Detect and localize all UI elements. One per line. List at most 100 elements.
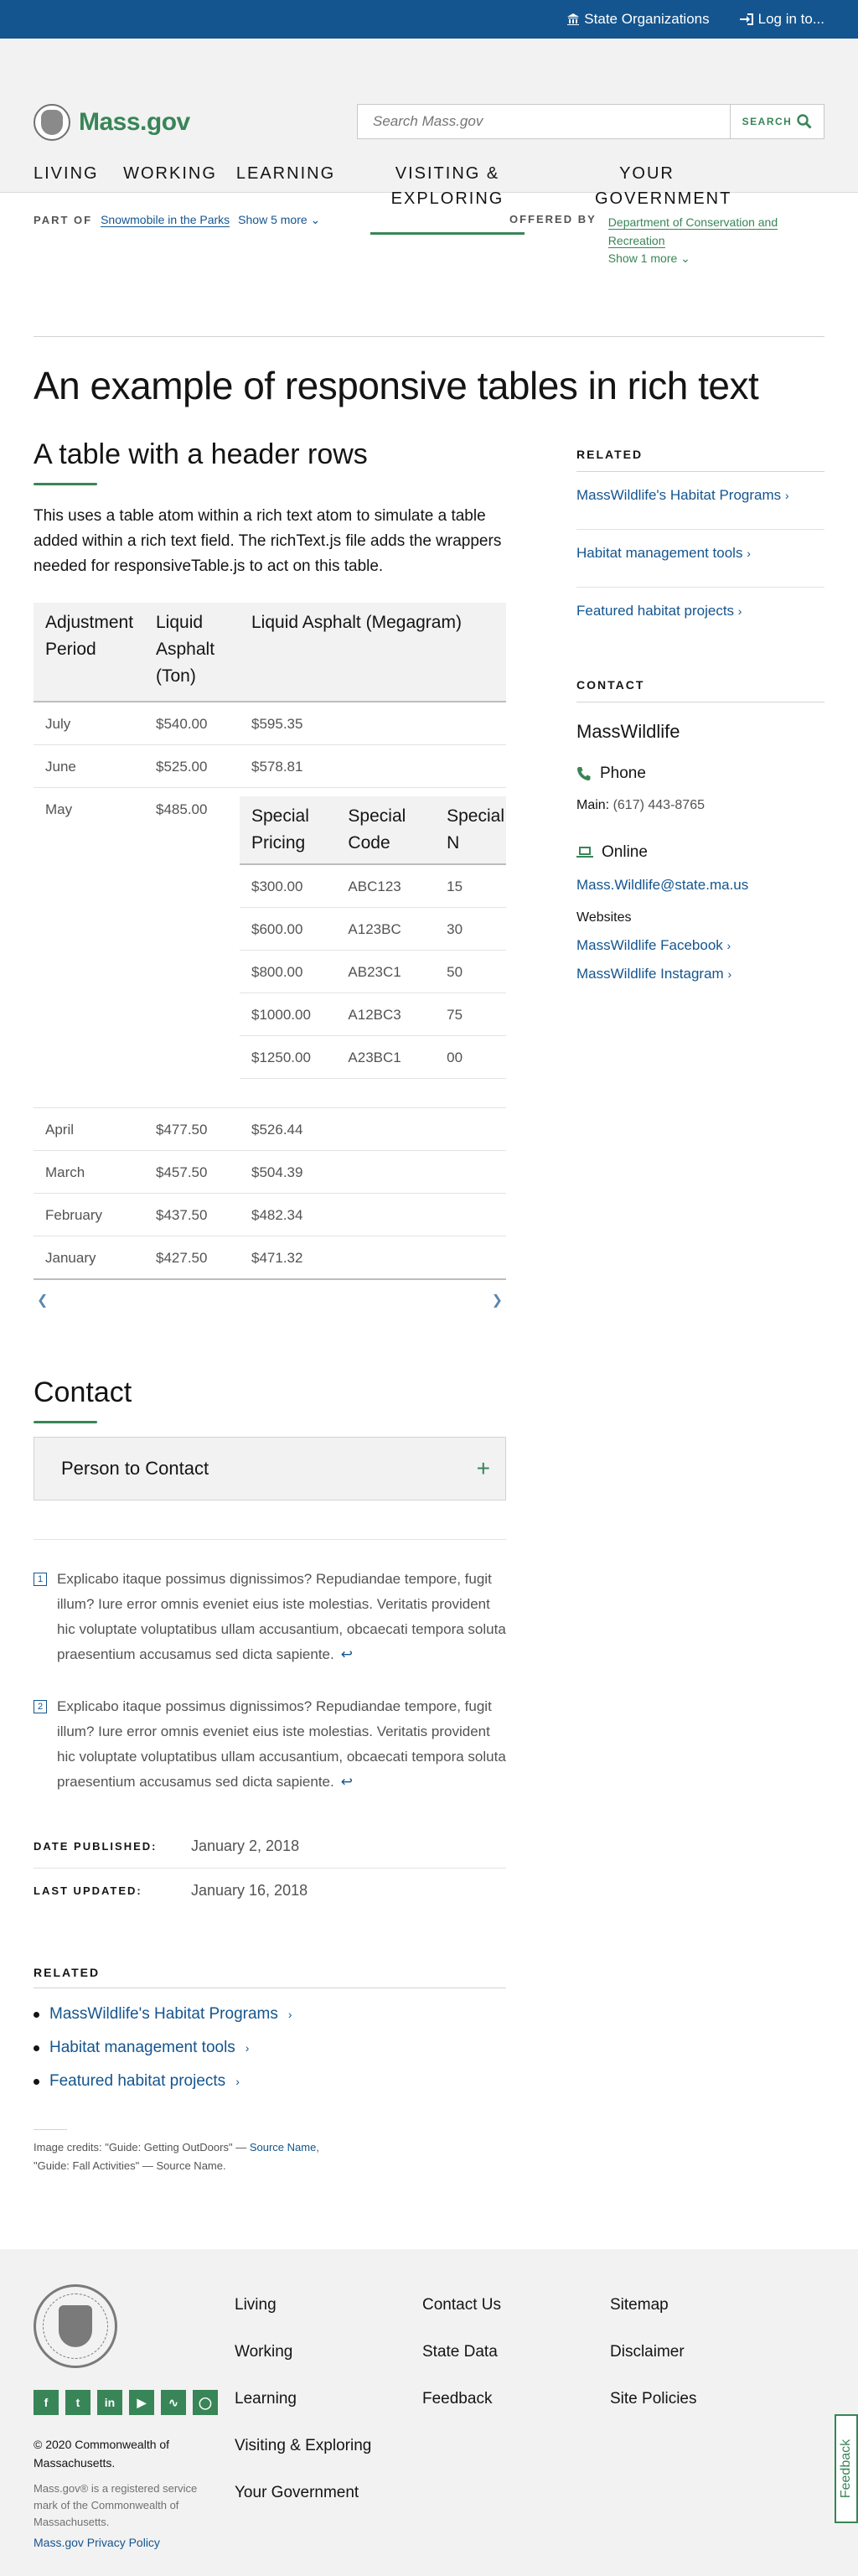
phone-line: Main: (617) 443-8765 [576,798,824,813]
scroll-left-icon[interactable]: ❮ [37,1292,48,1309]
facebook-icon[interactable]: f [34,2390,59,2415]
return-arrow-icon[interactable]: ↩ [341,1646,353,1662]
nested-row: $600.00 A123BC 30 [240,907,506,951]
twitter-icon[interactable]: t [65,2390,90,2415]
login-icon [739,13,753,25]
feedback-tab[interactable]: Feedback [835,2414,858,2523]
content-layout: A table with a header rows This uses a t… [0,409,858,2175]
show-more-label: Show 5 more [238,213,308,226]
footer-link[interactable]: Site Policies [610,2390,697,2408]
column-header: Liquid Asphalt (Megagram) [240,603,506,702]
chevron-right-icon: › [737,604,742,618]
date-published-value: January 2, 2018 [191,1837,300,1854]
footer-link[interactable]: Living [235,2296,371,2314]
sidebar-related-link[interactable]: MassWildlife's Habitat Programs › [576,472,824,530]
search-button[interactable]: SEARCH [730,105,824,138]
phone-heading: Phone [576,765,824,783]
footer-link[interactable]: Sitemap [610,2296,697,2314]
youtube-icon[interactable]: ▶ [129,2390,154,2415]
offered-by-link[interactable]: Department of Conservation and Recreatio… [607,215,778,248]
footer-column-1: Living Working Learning Visiting & Explo… [235,2296,371,2531]
nested-table: Special Pricing Special Code Special N $… [240,796,506,1079]
bullet [34,2078,39,2085]
email-link[interactable]: Mass.Wildlife@state.ma.us [576,877,824,894]
related-link[interactable]: Featured habitat projects [49,2072,225,2091]
table-row: February $437.50 $482.34 [34,1193,506,1236]
sidebar-contact-heading: CONTACT [576,678,824,702]
sidebar-link-label: Habitat management tools [576,545,743,561]
search-input[interactable] [358,105,730,138]
bullet [34,2045,39,2051]
list-item[interactable]: Habitat management tools › [34,2039,506,2057]
organization-bar: PART OF Snowmobile in the Parks Show 5 m… [0,193,858,337]
privacy-policy-link[interactable]: Mass.gov Privacy Policy [34,2536,160,2549]
sidebar-related-link[interactable]: Habitat management tools › [576,530,824,588]
part-of-link[interactable]: Snowmobile in the Parks [101,213,230,227]
footnote-number[interactable]: 1 [34,1573,47,1586]
credit-source-link[interactable]: Source Name [250,2141,316,2154]
footer-link[interactable]: Learning [235,2390,371,2408]
site-logo[interactable]: Mass.gov [34,104,190,141]
related-link[interactable]: Habitat management tools [49,2039,235,2057]
footer-link[interactable]: State Data [422,2343,501,2361]
divider [34,336,824,337]
rss-icon[interactable]: ∿ [161,2390,186,2415]
phone-number[interactable]: (617) 443-8765 [613,798,705,812]
table-cell: $595.35 [240,702,506,745]
footer-column-2: Contact Us State Data Feedback [422,2296,501,2437]
sidebar-related-link[interactable]: Featured habitat projects › [576,588,824,645]
responsive-table[interactable]: Adjustment Period Liquid Asphalt (Ton) L… [34,603,506,1309]
facebook-link-label: MassWildlife Facebook [576,937,723,953]
instagram-link[interactable]: MassWildlife Instagram › [576,966,824,982]
footer-link[interactable]: Contact Us [422,2296,501,2314]
footer-link[interactable]: Your Government [235,2484,371,2502]
show-more-button[interactable]: Show 5 more ⌄ [238,213,320,227]
instagram-icon[interactable]: ◯ [193,2390,218,2415]
show-one-more-button[interactable]: Show 1 more ⌄ [608,251,801,266]
nested-cell: 75 [435,993,506,1036]
table-cell: $504.39 [240,1150,506,1194]
footer-link[interactable]: Disclaimer [610,2343,697,2361]
table-cell: May [34,787,156,1108]
related-link[interactable]: MassWildlife's Habitat Programs [49,2005,278,2024]
return-arrow-icon[interactable]: ↩ [341,1774,353,1790]
list-item[interactable]: MassWildlife's Habitat Programs › [34,2005,506,2024]
linkedin-icon[interactable]: in [97,2390,122,2415]
login-link[interactable]: Log in to... [739,11,824,28]
title-underline [34,483,97,485]
footer-link[interactable]: Visiting & Exploring [235,2437,371,2455]
table-cell: $437.50 [156,1193,240,1236]
service-mark-note: Mass.gov® is a registered service mark o… [34,2482,198,2528]
table-cell: $578.81 [240,744,506,788]
person-to-contact-accordion[interactable]: Person to Contact + [34,1437,506,1501]
nested-cell: A23BC1 [336,1035,436,1079]
footer-link[interactable]: Feedback [422,2390,501,2408]
footnote-text: Explicabo itaque possimus dignissimos? R… [57,1571,506,1662]
part-of-label: PART OF [34,214,93,226]
nested-column-header: Special N [435,796,506,865]
table-cell: $477.50 [156,1107,240,1151]
table-cell: April [34,1107,156,1151]
scroll-right-icon[interactable]: ❯ [492,1292,503,1309]
site-header: Mass.gov SEARCH LIVING WORKING LEARNING … [0,39,858,235]
main-label: Main: [576,798,610,812]
state-organizations-label: State Organizations [584,11,710,27]
chevron-down-icon: ⌄ [310,213,321,226]
table-cell: $427.50 [156,1250,208,1266]
chevron-right-icon: › [784,489,789,502]
page-dates: DATE PUBLISHED: January 2, 2018 LAST UPD… [34,1825,506,1912]
column-header: Liquid Asphalt (Ton) [156,603,240,702]
credit-1: "Guide: Getting OutDoors" — [105,2141,247,2154]
footer-link[interactable]: Working [235,2343,371,2361]
sidebar-contact: CONTACT MassWildlife Phone Main: (617) 4… [576,678,824,982]
site-footer: f t in ▶ ∿ ◯ © 2020 Commonwealth of Mass… [0,2249,858,2576]
copyright: © 2020 Commonwealth of Massachusetts. [34,2438,170,2470]
footnote-number[interactable]: 2 [34,1700,47,1713]
table-cell: $482.34 [240,1193,506,1236]
nested-column-header: Special Pricing [240,796,337,865]
chevron-right-icon: › [727,967,732,981]
state-organizations-link[interactable]: State Organizations [567,11,710,28]
list-item[interactable]: Featured habitat projects › [34,2072,506,2091]
facebook-link[interactable]: MassWildlife Facebook › [576,937,824,954]
table-cell: January [45,1250,96,1266]
